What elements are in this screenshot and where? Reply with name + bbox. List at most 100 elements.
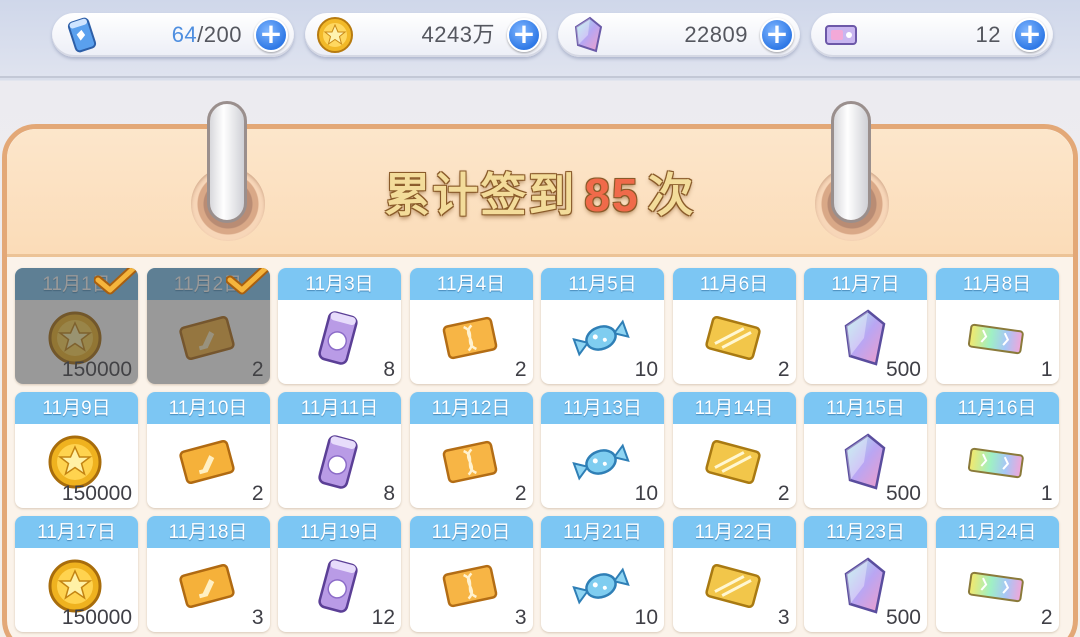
day-cell[interactable]: 11月7日 500 <box>804 268 927 384</box>
day-date-label: 11月8日 <box>935 268 1059 300</box>
add-coins-button[interactable]: + <box>507 18 541 52</box>
day-date-label: 11月20日 <box>409 516 533 548</box>
day-cell[interactable]: 11月12日 2 <box>409 392 533 508</box>
binder-ring <box>831 101 871 223</box>
reward-quantity: 2 <box>777 358 790 381</box>
day-date-label: 11月11日 <box>278 392 401 424</box>
day-cell[interactable]: 11月24日 2 <box>935 516 1059 632</box>
day-cell[interactable]: 11月17日 150000 <box>15 516 138 632</box>
day-date-label: 11月7日 <box>804 268 927 300</box>
rainbow-ticket-icon <box>964 308 1028 368</box>
gold-card-icon <box>701 556 765 616</box>
day-date-label: 11月6日 <box>672 268 796 300</box>
resource-coins: 4243万 + <box>305 13 547 57</box>
day-cell[interactable]: 11月15日 500 <box>804 392 927 508</box>
gold-coin-icon <box>317 17 353 53</box>
orange-card-icon <box>175 556 239 616</box>
add-stamina-button[interactable]: + <box>254 18 288 52</box>
day-date-label: 11月3日 <box>278 268 401 300</box>
reward-quantity: 8 <box>383 482 395 505</box>
reward-quantity: 3 <box>251 606 264 629</box>
day-cell[interactable]: 11月11日 8 <box>278 392 401 508</box>
day-date-label: 11月18日 <box>146 516 270 548</box>
day-cell[interactable]: 11月13日 10 <box>541 392 664 508</box>
candy-icon <box>569 556 633 616</box>
reward-quantity: 2 <box>1040 606 1053 629</box>
reward-quantity: 1 <box>1040 358 1053 381</box>
reward-quantity: 2 <box>251 358 264 381</box>
reward-quantity: 10 <box>634 606 658 629</box>
ticket-icon <box>825 25 857 45</box>
day-cell[interactable]: 11月5日 10 <box>541 268 664 384</box>
reward-quantity: 10 <box>634 358 658 381</box>
day-date-label: 11月9日 <box>15 392 138 424</box>
dna-card-icon <box>438 432 502 492</box>
binder-ring <box>207 101 247 223</box>
tickets-value: 12 <box>975 22 1001 47</box>
day-date-label: 11月5日 <box>541 268 664 300</box>
day-cell[interactable]: 11月9日 150000 <box>15 392 138 508</box>
claimed-check-icon <box>94 268 138 295</box>
day-cell[interactable]: 11月3日 8 <box>278 268 401 384</box>
day-date-label: 11月24日 <box>935 516 1059 548</box>
day-cell[interactable]: 11月6日 2 <box>672 268 796 384</box>
dna-card-icon <box>438 556 502 616</box>
day-cell[interactable]: 11月23日 500 <box>804 516 927 632</box>
day-cell[interactable]: 11月16日 1 <box>935 392 1059 508</box>
day-cell[interactable]: 11月18日 3 <box>146 516 270 632</box>
reward-quantity: 1 <box>1040 482 1053 505</box>
gold-card-icon <box>701 432 765 492</box>
reward-quantity: 12 <box>371 606 395 629</box>
reward-quantity: 2 <box>251 482 264 505</box>
candy-icon <box>569 432 633 492</box>
day-cell[interactable]: 11月2日 2 <box>146 268 270 384</box>
candy-icon <box>569 308 633 368</box>
calendar-header: 累计签到 85 次 <box>7 129 1073 257</box>
dna-card-icon <box>438 308 502 368</box>
reward-quantity: 500 <box>885 482 921 505</box>
stamina-can-icon <box>67 17 97 53</box>
add-gems-button[interactable]: + <box>760 18 794 52</box>
day-date-label: 11月16日 <box>935 392 1059 424</box>
day-cell[interactable]: 11月10日 2 <box>146 392 270 508</box>
claimed-check-icon <box>225 268 270 295</box>
day-cell[interactable]: 11月14日 2 <box>672 392 796 508</box>
resource-bar: 64/200 + 4243万 + 22809 + 12 + <box>0 0 1080 78</box>
reward-quantity: 150000 <box>61 358 132 381</box>
food-can-icon <box>306 308 370 368</box>
orange-card-icon <box>175 308 239 368</box>
reward-quantity: 2 <box>777 482 790 505</box>
add-tickets-button[interactable]: + <box>1013 18 1047 52</box>
stamina-value: 64/200 <box>171 22 242 47</box>
reward-quantity: 2 <box>514 358 527 381</box>
rainbow-ticket-icon <box>964 556 1028 616</box>
day-date-label: 11月22日 <box>672 516 796 548</box>
day-date-label: 11月23日 <box>804 516 927 548</box>
reward-quantity: 3 <box>777 606 790 629</box>
reward-quantity: 150000 <box>61 606 132 629</box>
crystal-gem-icon <box>574 16 603 53</box>
reward-quantity: 500 <box>885 358 921 381</box>
coins-value: 4243万 <box>421 22 495 47</box>
day-date-label: 11月21日 <box>541 516 664 548</box>
food-can-icon <box>306 556 370 616</box>
resource-gems: 22809 + <box>558 13 800 57</box>
day-cell[interactable]: 11月22日 3 <box>672 516 796 632</box>
day-cell[interactable]: 11月8日 1 <box>935 268 1059 384</box>
reward-quantity: 150000 <box>61 482 132 505</box>
cumulative-sign-in-title: 累计签到 85 次 <box>384 168 696 222</box>
day-cell[interactable]: 11月19日 12 <box>278 516 401 632</box>
reward-quantity: 10 <box>634 482 658 505</box>
sign-in-grid: 11月1日 150000 11月2日 2 11月3日 8 11月4日 2 11月5日 10 11月6… <box>15 268 1063 632</box>
day-cell[interactable]: 11月21日 10 <box>541 516 664 632</box>
reward-quantity: 3 <box>514 606 527 629</box>
day-cell[interactable]: 11月4日 2 <box>409 268 533 384</box>
resource-tickets: 12 + <box>811 13 1053 57</box>
day-cell[interactable]: 11月1日 150000 <box>15 268 138 384</box>
day-date-label: 11月14日 <box>672 392 796 424</box>
reward-quantity: 500 <box>885 606 921 629</box>
day-date-label: 11月15日 <box>804 392 927 424</box>
day-cell[interactable]: 11月20日 3 <box>409 516 533 632</box>
resource-stamina: 64/200 + <box>52 13 294 57</box>
orange-card-icon <box>175 432 239 492</box>
